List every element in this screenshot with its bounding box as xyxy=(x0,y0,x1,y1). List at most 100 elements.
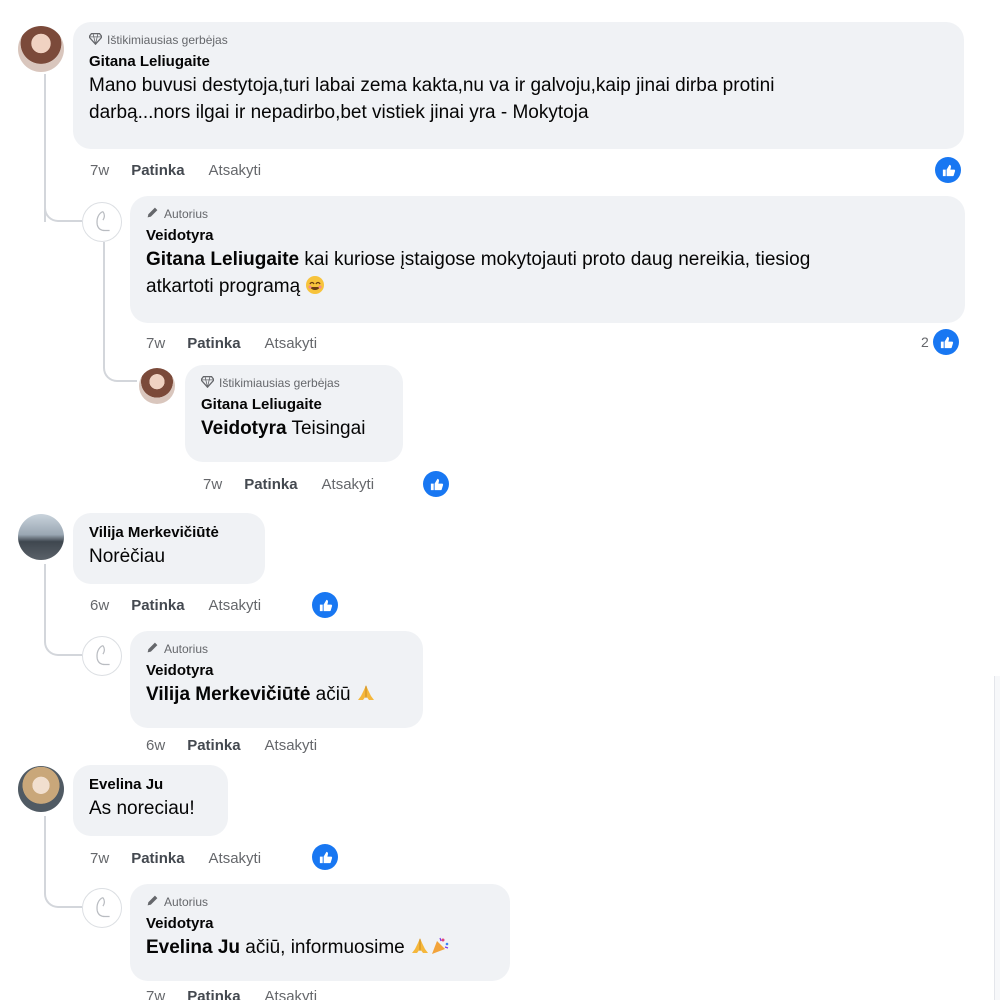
reply-text: Gitana Leliugaite kai kuriose įstaigose … xyxy=(146,246,949,300)
author-badge: Autorius xyxy=(146,894,494,910)
comment-text-line: Mano buvusi destytoja,turi labai zema ka… xyxy=(89,75,775,96)
like-button[interactable]: Patinka xyxy=(187,988,240,1000)
author-logo-icon xyxy=(96,210,110,232)
comment-author-name[interactable]: Gitana Leliugaite xyxy=(89,52,948,72)
like-thumb-icon[interactable] xyxy=(423,471,449,497)
praying-hands-emoji-icon xyxy=(412,938,429,953)
timestamp[interactable]: 7w xyxy=(146,988,165,1000)
reply-author-name[interactable]: Veidotyra xyxy=(146,661,407,681)
comment-text: Norėčiau xyxy=(89,546,166,567)
like-thumb-icon[interactable] xyxy=(312,592,338,618)
badge-label: Autorius xyxy=(164,895,209,909)
top-fan-badge: Ištikimiausias gerbėjas xyxy=(200,375,387,391)
reply-actions: 7w Patinka Atsakyti xyxy=(146,332,341,354)
thread-connector xyxy=(44,190,82,222)
thread-connector xyxy=(103,330,137,382)
comment-actions: 7w Patinka Atsakyti xyxy=(90,847,285,869)
author-logo-icon xyxy=(96,896,110,918)
comment-text: Mano buvusi destytoja,turi labai zema ka… xyxy=(89,72,948,126)
reply-button[interactable]: Atsakyti xyxy=(209,597,262,614)
reply-button[interactable]: Atsakyti xyxy=(209,162,262,179)
mention-link[interactable]: Evelina Ju xyxy=(146,937,240,958)
reply-text-body: Teisingai xyxy=(286,418,366,439)
reply-text: Vilija Merkevičiūtė ačiū xyxy=(146,681,407,708)
top-fan-badge: Ištikimiausias gerbėjas xyxy=(88,32,948,48)
praying-hands-emoji-icon xyxy=(357,685,374,700)
pen-icon xyxy=(146,641,159,657)
badge-label: Ištikimiausias gerbėjas xyxy=(107,33,228,47)
timestamp[interactable]: 7w xyxy=(90,162,109,179)
like-count: 2 xyxy=(921,334,929,350)
badge-label: Autorius xyxy=(164,642,209,656)
mention-link[interactable]: Veidotyra xyxy=(201,418,287,439)
reply-button[interactable]: Atsakyti xyxy=(265,737,318,754)
author-badge: Autorius xyxy=(146,641,407,657)
thread-connector xyxy=(44,816,82,908)
comment-bubble: Vilija Merkevičiūtė Norėčiau xyxy=(73,513,265,584)
diamond-icon xyxy=(88,32,103,48)
comment-author-name[interactable]: Evelina Ju xyxy=(89,775,212,795)
badge-label: Ištikimiausias gerbėjas xyxy=(219,376,340,390)
like-button[interactable]: Patinka xyxy=(187,335,240,352)
like-thumb-icon[interactable] xyxy=(312,844,338,870)
like-button[interactable]: Patinka xyxy=(187,737,240,754)
reply-actions: 7w Patinka Atsakyti xyxy=(203,473,398,495)
reply-text-line: kai kuriose įstaigose mokytojauti proto … xyxy=(299,249,811,270)
diamond-icon xyxy=(200,375,215,391)
reply-bubble: Autorius Veidotyra Gitana Leliugaite kai… xyxy=(130,196,965,323)
reply-button[interactable]: Atsakyti xyxy=(209,850,262,867)
author-badge: Autorius xyxy=(146,206,949,222)
smile-emoji-icon xyxy=(306,276,325,294)
mention-link[interactable]: Gitana Leliugaite xyxy=(146,249,299,270)
comment-text: As noreciau! xyxy=(89,798,195,819)
comment-bubble: Evelina Ju As noreciau! xyxy=(73,765,228,836)
reply-author-name[interactable]: Gitana Leliugaite xyxy=(201,395,387,415)
author-avatar[interactable] xyxy=(82,888,122,928)
avatar[interactable] xyxy=(18,514,64,560)
like-thumb-icon[interactable] xyxy=(933,329,959,355)
reply-button[interactable]: Atsakyti xyxy=(322,476,375,493)
scrollbar-track[interactable] xyxy=(994,676,1000,1000)
timestamp[interactable]: 7w xyxy=(90,850,109,867)
author-avatar[interactable] xyxy=(82,202,122,242)
author-avatar[interactable] xyxy=(82,636,122,676)
author-logo-icon xyxy=(96,644,110,666)
reply-author-name[interactable]: Veidotyra xyxy=(146,226,949,246)
timestamp[interactable]: 6w xyxy=(146,737,165,754)
comment-text-line: darbą...nors ilgai ir nepadirbo,bet vist… xyxy=(89,102,589,123)
party-popper-emoji-icon xyxy=(432,937,449,954)
like-button[interactable]: Patinka xyxy=(131,162,184,179)
like-button[interactable]: Patinka xyxy=(244,476,297,493)
avatar[interactable] xyxy=(18,26,64,72)
reply-text-body: ačiū, informuosime xyxy=(240,937,405,958)
reply-button[interactable]: Atsakyti xyxy=(265,988,318,1000)
badge-label: Autorius xyxy=(164,207,209,221)
comment-bubble: Ištikimiausias gerbėjas Gitana Leliugait… xyxy=(73,22,964,149)
reply-button[interactable]: Atsakyti xyxy=(265,335,318,352)
reply-text-body: ačiū xyxy=(310,684,351,705)
timestamp[interactable]: 7w xyxy=(203,476,222,493)
timestamp[interactable]: 6w xyxy=(90,597,109,614)
reply-actions: 6w Patinka Atsakyti xyxy=(146,734,341,756)
reply-author-name[interactable]: Veidotyra xyxy=(146,914,494,934)
comment-actions: 6w Patinka Atsakyti xyxy=(90,594,285,616)
reply-bubble: Autorius Veidotyra Vilija Merkevičiūtė a… xyxy=(130,631,423,728)
pen-icon xyxy=(146,206,159,222)
avatar[interactable] xyxy=(139,368,175,404)
thread-connector xyxy=(44,564,82,656)
pen-icon xyxy=(146,894,159,910)
reply-bubble: Ištikimiausias gerbėjas Gitana Leliugait… xyxy=(185,365,403,462)
like-thumb-icon[interactable] xyxy=(935,157,961,183)
like-button[interactable]: Patinka xyxy=(131,597,184,614)
reply-actions: 7w Patinka Atsakyti xyxy=(146,985,341,1000)
reply-bubble: Autorius Veidotyra Evelina Ju ačiū, info… xyxy=(130,884,510,981)
comment-actions: 7w Patinka Atsakyti xyxy=(90,159,285,181)
reply-text-line: atkartoti programą xyxy=(146,276,301,297)
avatar[interactable] xyxy=(18,766,64,812)
timestamp[interactable]: 7w xyxy=(146,335,165,352)
mention-link[interactable]: Vilija Merkevičiūtė xyxy=(146,684,310,705)
reply-text: Veidotyra Teisingai xyxy=(201,415,387,442)
comment-author-name[interactable]: Vilija Merkevičiūtė xyxy=(89,523,249,543)
like-button[interactable]: Patinka xyxy=(131,850,184,867)
reply-text: Evelina Ju ačiū, informuosime xyxy=(146,934,494,961)
